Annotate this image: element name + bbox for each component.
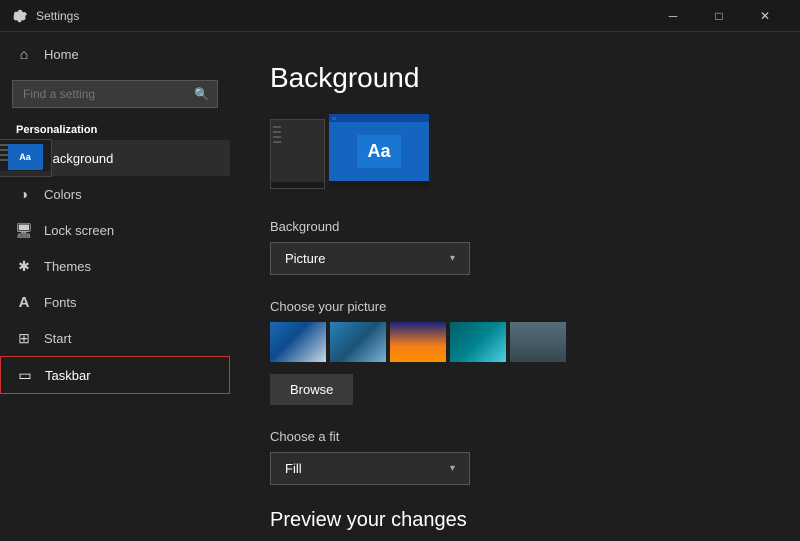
sidebar-item-themes[interactable]: ✱ Themes	[0, 248, 230, 284]
titlebar: Settings ─ □ ✕	[0, 0, 800, 32]
aa-text: Aa	[19, 152, 31, 162]
personalization-section-title: Personalization	[0, 116, 230, 140]
sidebar-item-start[interactable]: ⊞ Start	[0, 320, 230, 356]
preview-thumbnail-sidebar	[270, 119, 325, 189]
taskbar-icon: ▭	[17, 367, 33, 383]
sidebar-item-lock-screen[interactable]: 🖥 Lock screen	[0, 212, 230, 248]
sidebar-item-fonts[interactable]: A Fonts	[0, 284, 230, 320]
colors-icon: ◑	[16, 186, 32, 202]
sidebar: ⌂ Home 🔍 Personalization	[0, 32, 230, 541]
line4	[0, 159, 8, 161]
preview-inner: Aa	[8, 144, 43, 170]
sidebar-item-background[interactable]: Aa Background	[0, 140, 230, 176]
choose-fit-group: Choose a fit Fill ▾	[270, 429, 760, 485]
preview-taskbar	[0, 171, 51, 176]
search-container: 🔍	[0, 72, 230, 116]
background-label: Background	[270, 219, 760, 234]
minimize-button[interactable]: ─	[650, 0, 696, 32]
sidebar-item-start-label: Start	[44, 331, 71, 346]
sidebar-item-taskbar-label: Taskbar	[45, 368, 91, 383]
sidebar-item-colors[interactable]: ◑ Colors	[0, 176, 230, 212]
fonts-icon: A	[16, 294, 32, 310]
start-icon: ⊞	[16, 330, 32, 346]
maximize-button[interactable]: □	[696, 0, 742, 32]
background-dropdown[interactable]: Picture ▾	[270, 242, 470, 275]
sidebar-item-fonts-label: Fonts	[44, 295, 77, 310]
picture-item-5[interactable]	[510, 322, 566, 362]
content-area: Background Aa	[230, 32, 800, 541]
themes-icon: ✱	[16, 258, 32, 274]
titlebar-title: Settings	[36, 9, 650, 23]
background-group: Background Picture ▾	[270, 219, 760, 275]
browse-button[interactable]: Browse	[270, 374, 353, 405]
fit-dropdown[interactable]: Fill ▾	[270, 452, 470, 485]
line2	[0, 149, 8, 151]
page-title: Background	[270, 62, 760, 94]
titlebar-controls: ─ □ ✕	[650, 0, 788, 32]
background-icon: Aa	[16, 150, 32, 166]
sidebar-item-taskbar[interactable]: ▭ Taskbar	[0, 356, 230, 394]
preview-lines	[0, 144, 8, 161]
line1	[0, 144, 8, 146]
settings-icon	[12, 8, 28, 24]
preview-main-thumbnail: Aa	[329, 114, 429, 189]
picture-grid	[270, 322, 760, 362]
sidebar-item-home-label: Home	[44, 47, 79, 62]
sidebar-item-background-label: Background	[44, 151, 113, 166]
choose-picture-label: Choose your picture	[270, 299, 760, 314]
aa-label: Aa	[367, 141, 390, 162]
background-preview-thumb: Aa	[0, 139, 52, 177]
picture-item-4[interactable]	[450, 322, 506, 362]
search-box: 🔍	[12, 80, 218, 108]
preview-container: Aa	[270, 114, 760, 189]
search-input[interactable]	[23, 87, 207, 101]
choose-picture-group: Choose your picture Browse	[270, 299, 760, 405]
lock-screen-icon: 🖥	[16, 222, 32, 238]
fit-dropdown-arrow-icon: ▾	[450, 463, 455, 474]
preview-section: Preview your changes Under Background, s…	[270, 509, 760, 541]
home-icon: ⌂	[16, 46, 32, 62]
sidebar-item-lock-screen-label: Lock screen	[44, 223, 114, 238]
preview-section-title: Preview your changes	[270, 509, 760, 532]
sidebar-item-colors-label: Colors	[44, 187, 82, 202]
main-layout: ⌂ Home 🔍 Personalization	[0, 32, 800, 541]
choose-fit-label: Choose a fit	[270, 429, 760, 444]
close-button[interactable]: ✕	[742, 0, 788, 32]
dropdown-arrow-icon: ▾	[450, 253, 455, 264]
sidebar-item-themes-label: Themes	[44, 259, 91, 274]
fit-dropdown-value: Fill	[285, 461, 302, 476]
background-dropdown-value: Picture	[285, 251, 325, 266]
picture-item-1[interactable]	[270, 322, 326, 362]
picture-item-2[interactable]	[330, 322, 386, 362]
picture-item-3[interactable]	[390, 322, 446, 362]
line3	[0, 154, 8, 156]
sidebar-item-home[interactable]: ⌂ Home	[0, 36, 230, 72]
search-icon: 🔍	[194, 87, 209, 101]
